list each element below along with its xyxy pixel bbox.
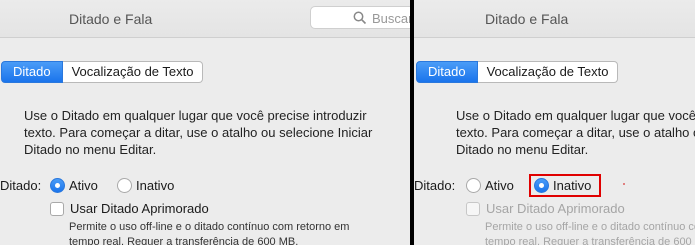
enhanced-dictation-note: Permite o uso off-line e o ditado contín… [485, 220, 695, 245]
dictation-label: Ditado: [414, 178, 456, 193]
tab-dictation[interactable]: Ditado [1, 61, 63, 83]
description-line: Ditado no menu Editar. [24, 142, 157, 157]
note-line: tempo real. Requer a transferência de 60… [485, 236, 695, 245]
note-line: Permite o uso off-line e o ditado contín… [485, 221, 695, 233]
description-line: texto. Para começar a ditar, use o atalh… [24, 125, 373, 140]
radio-ativo-label[interactable]: Ativo [69, 177, 98, 195]
radio-inativo[interactable] [117, 178, 132, 193]
enhanced-dictation-label[interactable]: Usar Ditado Aprimorado [486, 201, 625, 216]
note-line: tempo real. Requer a transferência de 60… [69, 236, 299, 245]
search-icon [353, 11, 367, 25]
preferences-pane-before: Ditado e Fala Buscar Ditado Vocalização … [0, 0, 410, 245]
radio-ativo[interactable] [50, 178, 65, 193]
window-title: Ditado e Fala [485, 11, 569, 27]
enhanced-dictation-checkbox[interactable] [50, 202, 64, 216]
tab-text-to-speech[interactable]: Vocalização de Texto [62, 61, 204, 83]
window-title: Ditado e Fala [69, 11, 153, 27]
enhanced-dictation-label[interactable]: Usar Ditado Aprimorado [70, 201, 209, 216]
tab-bar: Ditado Vocalização de Texto [1, 61, 204, 83]
dictation-description: Use o Ditado em qualquer lugar que você … [24, 107, 410, 158]
preferences-pane-after: Ditado e Fala Ditado Vocalização de Text… [414, 0, 695, 245]
radio-ativo-label[interactable]: Ativo [485, 177, 514, 195]
description-line: Use o Ditado em qualquer lugar que você … [456, 108, 695, 123]
title-bar: Ditado e Fala [414, 0, 695, 38]
highlight-box [529, 174, 601, 197]
tab-bar: Ditado Vocalização de Texto [416, 61, 619, 83]
description-line: Ditado no menu Editar. [456, 142, 589, 157]
title-bar: Ditado e Fala Buscar [0, 0, 410, 38]
radio-ativo[interactable] [466, 178, 481, 193]
radio-inativo-label[interactable]: Inativo [136, 177, 174, 195]
dictation-label: Ditado: [0, 178, 42, 193]
stray-mark [623, 183, 625, 185]
enhanced-dictation-note: Permite o uso off-line e o ditado contín… [69, 220, 410, 245]
enhanced-dictation-checkbox[interactable] [466, 202, 480, 216]
search-field[interactable]: Buscar [310, 6, 410, 29]
description-line: texto. Para começar a ditar, use o atalh… [456, 125, 695, 140]
tab-text-to-speech[interactable]: Vocalização de Texto [477, 61, 619, 83]
tab-dictation[interactable]: Ditado [416, 61, 478, 83]
note-line: Permite o uso off-line e o ditado contín… [69, 221, 350, 233]
description-line: Use o Ditado em qualquer lugar que você … [24, 108, 367, 123]
dictation-description: Use o Ditado em qualquer lugar que você … [456, 107, 695, 158]
search-placeholder: Buscar [372, 11, 410, 26]
